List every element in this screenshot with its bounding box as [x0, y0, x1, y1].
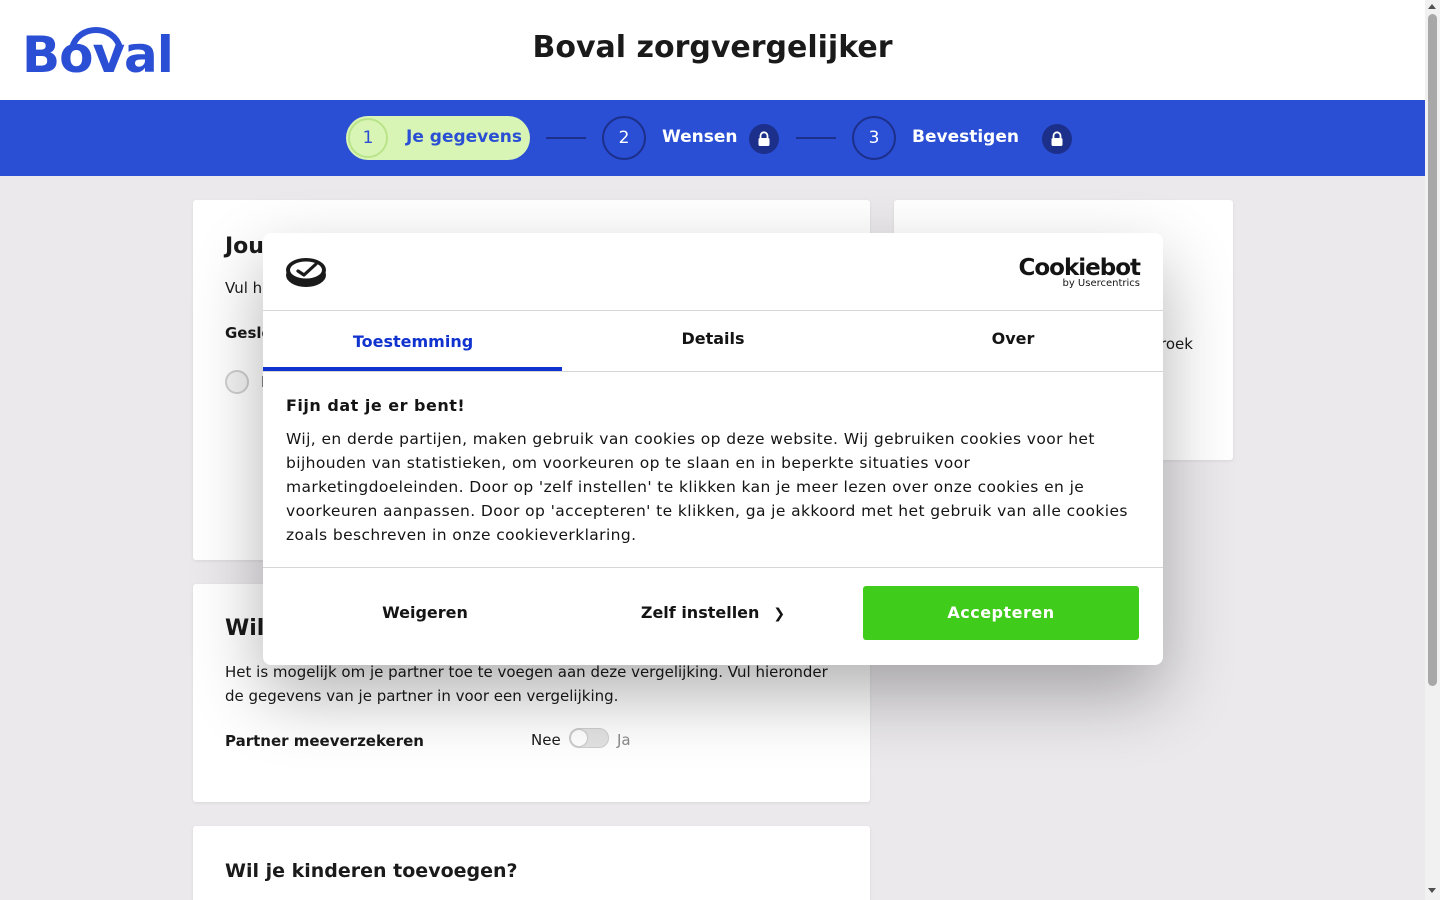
accept-button[interactable]: Accepteren — [863, 586, 1139, 640]
step-3-label: Bevestigen — [912, 127, 1019, 147]
toggle-knob — [571, 730, 587, 746]
step-connector — [796, 137, 836, 139]
dialog-footer: Weigeren Zelf instellen ❯ Accepteren — [263, 567, 1163, 665]
decline-label: Weigeren — [382, 603, 468, 622]
progress-stepper: 1 Je gegevens 2 Wensen 3 Bevestigen — [0, 100, 1425, 176]
partner-toggle[interactable] — [569, 728, 609, 748]
page-scrollbar[interactable] — [1425, 0, 1440, 900]
partner-label: Partner meeverzekeren — [225, 732, 424, 750]
lock-icon — [749, 124, 779, 154]
step-connector — [546, 137, 586, 139]
tab-over[interactable]: Over — [863, 311, 1163, 371]
active-tab-indicator — [263, 367, 562, 371]
cookie-consent-dialog: Cookiebot by Usercentrics Toestemming De… — [263, 233, 1163, 665]
scroll-thumb[interactable] — [1428, 14, 1437, 686]
step-2-number: 2 — [602, 116, 646, 160]
tab-details[interactable]: Details — [563, 311, 863, 371]
tab-toestemming[interactable]: Toestemming — [263, 311, 563, 371]
chevron-right-icon: ❯ — [773, 606, 786, 622]
lock-icon — [1042, 124, 1072, 154]
customize-button[interactable]: Zelf instellen ❯ — [575, 586, 851, 640]
gender-radio[interactable] — [225, 370, 249, 394]
page-title: Boval zorgvergelijker — [532, 30, 893, 65]
dialog-heading: Fijn dat je er bent! — [286, 396, 466, 415]
side-card-text: roek — [1160, 335, 1193, 353]
step-3-number: 3 — [852, 116, 896, 160]
step-1-number: 1 — [348, 118, 388, 158]
toggle-on-label: Ja — [617, 731, 631, 749]
card-intro-text: Vul hi — [225, 279, 267, 297]
partner-intro-text: Het is mogelijk om je partner toe te voe… — [225, 663, 828, 705]
site-logo-icon — [286, 258, 326, 287]
dialog-tabs: Toestemming Details Over — [263, 311, 1163, 372]
dialog-body: Fijn dat je er bent! Wij, en derde parti… — [286, 396, 1146, 547]
children-card: Wil je kinderen toevoegen? — [193, 826, 870, 900]
scroll-up-arrow-icon[interactable] — [1428, 4, 1436, 9]
children-heading: Wil je kinderen toevoegen? — [225, 860, 518, 882]
customize-label: Zelf instellen — [640, 603, 760, 622]
dialog-body-text: Wij, en derde partijen, maken gebruik va… — [286, 430, 1128, 544]
partner-heading: Wil — [225, 616, 265, 641]
step-2-label: Wensen — [662, 127, 738, 147]
decline-button[interactable]: Weigeren — [287, 586, 563, 640]
step-1[interactable]: 1 Je gegevens — [346, 116, 530, 160]
step-1-label: Je gegevens — [406, 127, 523, 147]
cookiebot-logo[interactable]: Cookiebot by Usercentrics — [1018, 255, 1141, 289]
dialog-header: Cookiebot by Usercentrics — [263, 233, 1163, 311]
scroll-down-arrow-icon[interactable] — [1428, 888, 1436, 893]
site-header: Boval Boval zorgvergelijker — [0, 0, 1425, 100]
toggle-off-label: Nee — [531, 731, 561, 749]
